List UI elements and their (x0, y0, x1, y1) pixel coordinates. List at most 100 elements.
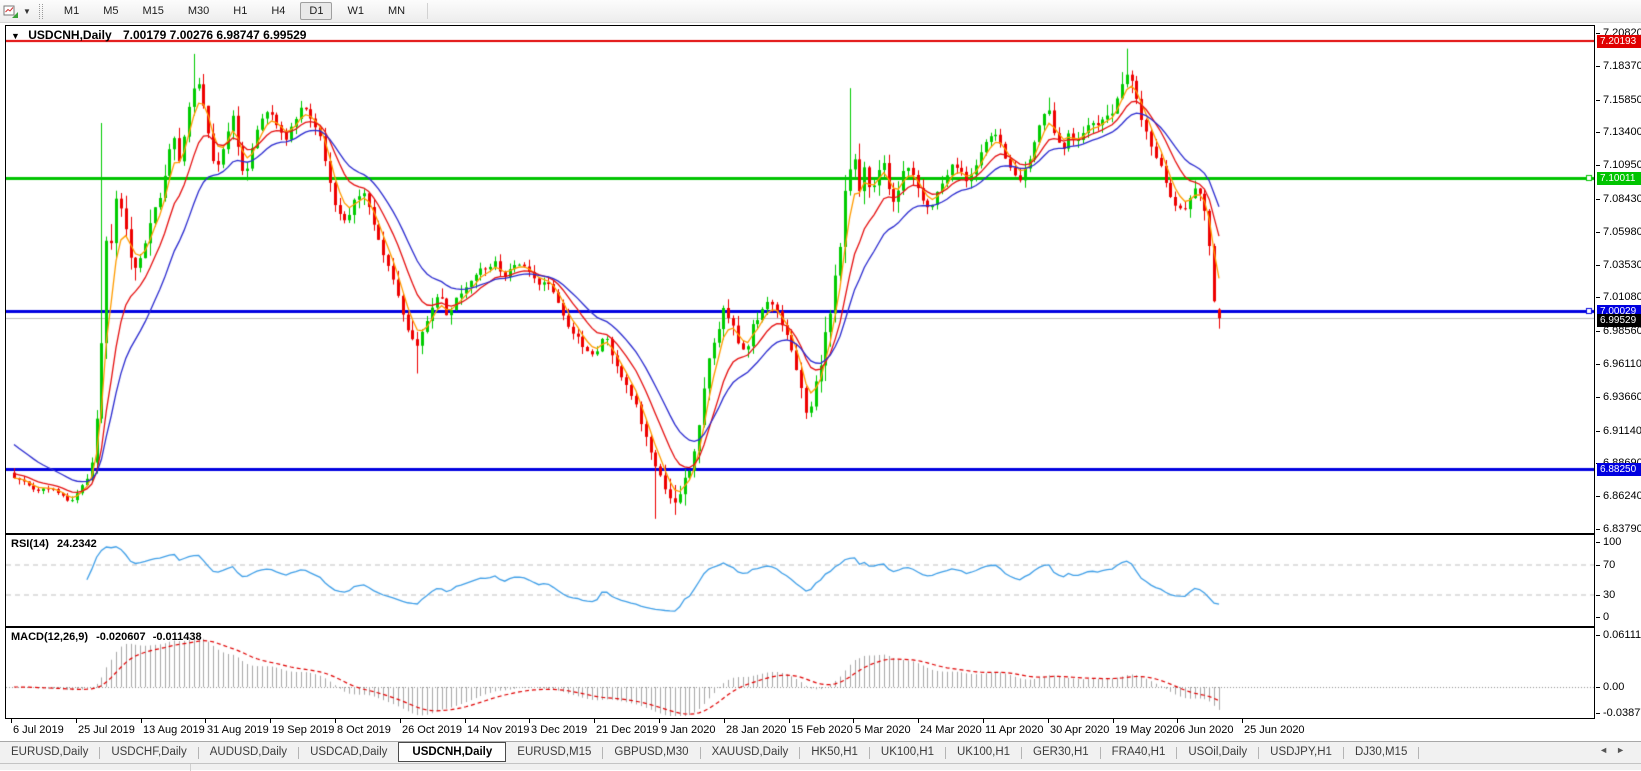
price-tick (1596, 199, 1600, 200)
macd-canvas[interactable] (6, 628, 1594, 718)
timeframe-button-M1[interactable]: M1 (55, 2, 88, 20)
timeframe-button-MN[interactable]: MN (379, 2, 414, 20)
price-tick-label: 6.91140 (1603, 425, 1641, 437)
tab-scroll-arrows: ◄► (1599, 745, 1633, 755)
main-chart-canvas[interactable] (6, 26, 1594, 533)
date-label: 21 Dec 2019 (596, 724, 659, 736)
dropdown-caret-icon[interactable]: ▼ (23, 7, 31, 16)
date-label: 31 Aug 2019 (207, 724, 269, 736)
rsi-tick-label: 70 (1603, 559, 1616, 571)
price-tick (1596, 397, 1600, 398)
timeframe-button-H4[interactable]: H4 (262, 2, 294, 20)
chart-symbol-label: USDCNH,Daily (28, 28, 112, 42)
symbol-tab-usdjpy-h1[interactable]: USDJPY,H1 (1259, 743, 1343, 762)
date-label: 6 Jun 2020 (1179, 724, 1234, 736)
date-tick (1113, 719, 1114, 723)
rsi-tick (1596, 565, 1600, 566)
price-tick-label: 7.15850 (1603, 94, 1641, 106)
date-label: 30 Apr 2020 (1050, 724, 1110, 736)
symbol-tab-xauusd-daily[interactable]: XAUUSD,Daily (701, 743, 800, 762)
current-price-badge: 6.99529 (1597, 314, 1641, 327)
chart-title: ▼ USDCNH,Daily 7.00179 7.00276 6.98747 6… (11, 28, 306, 42)
time-axis: 6 Jul 2019 25 Jul 2019 13 Aug 2019 31 Aug 2… (5, 719, 1595, 741)
macd-tick-label: 0.00 (1603, 681, 1625, 693)
price-tick (1596, 463, 1600, 464)
date-tick (724, 719, 725, 723)
date-tick (983, 719, 984, 723)
symbol-tab-gbpusd-m30[interactable]: GBPUSD,M30 (603, 743, 699, 762)
rsi-tick (1596, 542, 1600, 543)
timeframe-button-H1[interactable]: H1 (224, 2, 256, 20)
date-label: 28 Jan 2020 (726, 724, 787, 736)
symbol-tab-fra40-h1[interactable]: FRA40,H1 (1101, 743, 1177, 762)
macd-tick (1596, 713, 1600, 714)
date-tick (853, 719, 854, 723)
timeframe-button-M30[interactable]: M30 (179, 2, 218, 20)
date-label: 15 Feb 2020 (791, 724, 853, 736)
date-label: 11 Apr 2020 (985, 724, 1044, 736)
price-tick (1596, 529, 1600, 530)
symbol-tab-usdchf-daily[interactable]: USDCHF,Daily (100, 743, 197, 762)
price-tick-label: 6.93660 (1603, 391, 1641, 403)
date-tick (594, 719, 595, 723)
symbol-tab-hk50-h1[interactable]: HK50,H1 (800, 743, 869, 762)
main-chart-panel[interactable] (5, 25, 1595, 534)
macd-main-value: -0.020607 (96, 631, 146, 643)
chart-context-caret-icon[interactable]: ▼ (11, 31, 20, 41)
date-label: 3 Dec 2019 (531, 724, 588, 736)
toolbar-separator (427, 3, 429, 19)
rsi-tick (1596, 617, 1600, 618)
date-label: 8 Oct 2019 (337, 724, 391, 736)
macd-signal-value: -0.011438 (152, 631, 202, 643)
symbol-tab-eurusd-m15[interactable]: EURUSD,M15 (506, 743, 602, 762)
rsi-tick-label: 0 (1603, 611, 1610, 623)
symbol-tab-uk100-h1[interactable]: UK100,H1 (870, 743, 945, 762)
symbol-tab-usdcnh-daily[interactable]: USDCNH,Daily (398, 742, 507, 762)
price-tick (1596, 364, 1600, 365)
price-level-badge: 7.10011 (1597, 172, 1641, 185)
chart-window-icon[interactable] (3, 4, 20, 19)
tab-separator (1418, 746, 1420, 759)
timeframe-button-D1[interactable]: D1 (300, 2, 333, 20)
symbol-tab-ger30-h1[interactable]: GER30,H1 (1022, 743, 1100, 762)
symbol-tab-uk100-h1[interactable]: UK100,H1 (946, 743, 1021, 762)
price-tick-label: 7.20820 (1603, 27, 1641, 39)
date-label: 24 Mar 2020 (920, 724, 982, 736)
rsi-tick-label: 100 (1603, 536, 1622, 548)
date-label: 5 Mar 2020 (855, 724, 911, 736)
date-label: 19 May 2020 (1115, 724, 1179, 736)
timeframe-button-M5[interactable]: M5 (94, 2, 127, 20)
price-tick-label: 7.01080 (1603, 291, 1641, 303)
price-tick (1596, 165, 1600, 166)
rsi-canvas[interactable] (6, 535, 1594, 626)
date-tick (270, 719, 271, 723)
chart-ohlc-values: 7.00179 7.00276 6.98747 6.99529 (122, 28, 307, 42)
date-tick (11, 719, 12, 723)
date-label: 19 Sep 2019 (272, 724, 335, 736)
symbol-tab-bar: EURUSD,Daily USDCHF,Daily AUDUSD,Daily USDC… (0, 741, 1641, 763)
date-label: 6 Jul 2019 (13, 724, 64, 736)
date-tick (529, 719, 530, 723)
symbol-tab-audusd-daily[interactable]: AUDUSD,Daily (199, 743, 298, 762)
date-tick (335, 719, 336, 723)
symbol-tab-eurusd-daily[interactable]: EURUSD,Daily (0, 743, 99, 762)
price-tick-label: 6.96110 (1603, 358, 1641, 370)
price-tick (1596, 132, 1600, 133)
symbol-tab-usdcad-daily[interactable]: USDCAD,Daily (299, 743, 398, 762)
symbol-tab-usoil-daily[interactable]: USOil,Daily (1177, 743, 1258, 762)
timeframe-button-W1[interactable]: W1 (338, 2, 373, 20)
macd-tick-label: 0.061119 (1603, 629, 1641, 641)
rsi-panel[interactable] (5, 534, 1595, 627)
rsi-tick-label: 30 (1603, 589, 1616, 601)
price-tick (1596, 496, 1600, 497)
tab-scroll-left-icon[interactable]: ◄ (1599, 745, 1616, 755)
macd-indicator-label: MACD(12,26,9) -0.020607 -0.011438 (11, 631, 202, 643)
price-tick-label: 6.86240 (1603, 490, 1641, 502)
toolbar-grip[interactable] (38, 3, 43, 19)
date-label: 9 Jan 2020 (661, 724, 716, 736)
tab-scroll-right-icon[interactable]: ► (1616, 745, 1633, 755)
macd-panel[interactable] (5, 627, 1595, 719)
symbol-tab-dj30-m15[interactable]: DJ30,M15 (1344, 743, 1418, 762)
timeframe-button-M15[interactable]: M15 (133, 2, 172, 20)
date-tick (789, 719, 790, 723)
